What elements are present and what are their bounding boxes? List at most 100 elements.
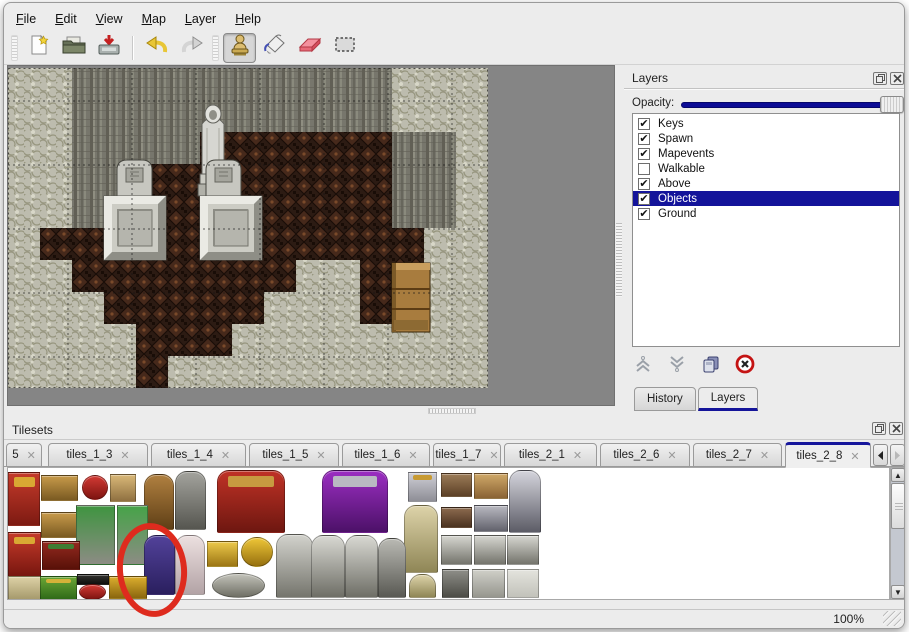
horizontal-splitter[interactable]	[4, 406, 624, 417]
tile-wood-rack-top[interactable]	[41, 475, 78, 501]
tileset-tab-tiles_2_7[interactable]: tiles_2_7✕	[693, 443, 782, 467]
layer-checkbox[interactable]: ✔	[638, 133, 650, 145]
tile-purple-throne[interactable]	[322, 470, 388, 533]
tile-red-stool-2[interactable]	[79, 584, 106, 600]
tile-gray-gate[interactable]	[175, 471, 206, 530]
scrollbar-thumb[interactable]	[891, 483, 905, 529]
opacity-slider-handle[interactable]	[880, 96, 904, 113]
tile-gold-pile[interactable]	[241, 537, 273, 567]
tileset-tab-tiles_2_6[interactable]: tiles_2_6✕	[600, 443, 690, 467]
delete-layer-button[interactable]	[732, 353, 758, 379]
new-file-button[interactable]	[22, 33, 55, 63]
scroll-up-icon[interactable]: ▲	[891, 468, 905, 482]
tile-dark-bench[interactable]	[441, 507, 472, 528]
tab-close-icon[interactable]: ✕	[850, 450, 859, 463]
undo-button[interactable]	[140, 33, 173, 63]
tab-close-icon[interactable]: ✕	[316, 449, 325, 462]
menu-edit[interactable]: Edit	[55, 12, 77, 26]
eraser-tool-button[interactable]	[293, 33, 326, 63]
tile-gold-key[interactable]	[207, 541, 238, 567]
close-panel-icon[interactable]	[890, 72, 904, 85]
layer-row-ground[interactable]: ✔Ground	[633, 206, 899, 221]
tileset-tab-5[interactable]: 5✕	[6, 443, 42, 467]
tile-plain-block[interactable]	[507, 569, 539, 598]
tab-close-icon[interactable]: ✕	[489, 449, 498, 462]
tileset-tab-tiles_2_1[interactable]: tiles_2_1✕	[504, 443, 597, 467]
tile-angel-statue-2[interactable]	[345, 535, 378, 598]
menu-help[interactable]: Help	[235, 12, 261, 26]
scroll-down-icon[interactable]: ▼	[891, 585, 905, 599]
toolbar-handle[interactable]	[11, 35, 18, 61]
menu-map[interactable]: Map	[142, 12, 166, 26]
tileset-tab-tiles_1_4[interactable]: tiles_1_4✕	[151, 443, 246, 467]
menu-layer[interactable]: Layer	[185, 12, 216, 26]
map-canvas[interactable]	[7, 65, 615, 406]
tileset-tab-tiles_2_8[interactable]: tiles_2_8✕	[785, 442, 871, 468]
tile-pillar-cap[interactable]	[441, 535, 472, 565]
tile-pillar-shaft[interactable]	[442, 569, 469, 598]
tileset-tab-tiles_1_3[interactable]: tiles_1_3✕	[48, 443, 148, 467]
layer-row-objects[interactable]: ✔Objects	[633, 191, 899, 206]
tile-red-stool[interactable]	[82, 475, 108, 500]
float-panel-icon[interactable]	[872, 422, 886, 435]
move-layer-down-button[interactable]	[664, 353, 690, 379]
layer-row-above[interactable]: ✔Above	[633, 176, 899, 191]
dock-tab-history[interactable]: History	[634, 387, 696, 411]
layer-checkbox[interactable]: ✔	[638, 148, 650, 160]
layer-checkbox[interactable]: ✔	[638, 118, 650, 130]
tile-mirror[interactable]	[110, 474, 136, 502]
tab-close-icon[interactable]: ✕	[667, 449, 676, 462]
tile-pillar-cap-2[interactable]	[474, 535, 506, 565]
tab-close-icon[interactable]: ✕	[573, 449, 582, 462]
vertical-splitter[interactable]	[615, 65, 624, 406]
tile-fallen-armor[interactable]	[474, 505, 508, 532]
tile-king-portrait[interactable]	[408, 472, 437, 502]
select-tool-button[interactable]	[328, 33, 361, 63]
tab-close-icon[interactable]: ✕	[221, 449, 230, 462]
tile-obelisk[interactable]	[404, 505, 438, 573]
tile-red-throne[interactable]	[217, 470, 285, 533]
opacity-slider[interactable]	[681, 102, 903, 108]
tab-scroll-right-icon[interactable]	[890, 444, 905, 466]
move-layer-up-button[interactable]	[630, 353, 656, 379]
tile-hooded-statue[interactable]	[276, 534, 313, 598]
tab-close-icon[interactable]: ✕	[27, 449, 36, 462]
open-file-button[interactable]	[57, 33, 90, 63]
tile-stone-block[interactable]	[472, 569, 505, 598]
duplicate-layer-button[interactable]	[698, 353, 724, 379]
resize-grip[interactable]	[883, 611, 901, 626]
tileset-tab-tiles_1_6[interactable]: tiles_1_6✕	[342, 443, 430, 467]
tile-wood-desk[interactable]	[474, 473, 508, 499]
fill-tool-button[interactable]	[258, 33, 291, 63]
tileset-tab-tiles_1_5[interactable]: tiles_1_5✕	[249, 443, 339, 467]
save-file-button[interactable]	[92, 33, 125, 63]
tile-bookshelf[interactable]	[42, 541, 80, 570]
toolbar-handle[interactable]	[212, 35, 219, 61]
dock-tab-layers[interactable]: Layers	[698, 387, 759, 411]
stamp-tool-button[interactable]	[223, 33, 256, 63]
layer-row-walkable[interactable]: Walkable	[633, 161, 899, 176]
float-panel-icon[interactable]	[873, 72, 887, 85]
tile-gargoyle-barrel[interactable]	[378, 538, 406, 598]
tab-close-icon[interactable]: ✕	[760, 449, 769, 462]
tile-wood-rack-bottom[interactable]	[41, 512, 78, 538]
tile-green-flag[interactable]	[40, 576, 77, 600]
tile-red-flag[interactable]	[8, 532, 41, 578]
layer-row-keys[interactable]: ✔Keys	[633, 116, 899, 131]
tab-close-icon[interactable]: ✕	[120, 449, 129, 462]
tile-small-obelisk[interactable]	[409, 574, 436, 598]
tile-angel-statue[interactable]	[311, 535, 345, 598]
close-panel-icon[interactable]	[889, 422, 903, 435]
tab-scroll-left-icon[interactable]	[873, 444, 888, 466]
menu-file[interactable]: File	[16, 12, 36, 26]
tile-pillar-cap-3[interactable]	[507, 535, 539, 565]
tile-wood-door[interactable]	[144, 474, 174, 530]
tile-red-banner[interactable]	[8, 472, 40, 526]
layer-checkbox[interactable]: ✔	[638, 178, 650, 190]
redo-button[interactable]	[175, 33, 208, 63]
menu-view[interactable]: View	[96, 12, 123, 26]
layer-checkbox[interactable]: ✔	[638, 193, 650, 205]
tile-armor-knight[interactable]	[509, 470, 541, 533]
tab-close-icon[interactable]: ✕	[408, 449, 417, 462]
layer-row-mapevents[interactable]: ✔Mapevents	[633, 146, 899, 161]
